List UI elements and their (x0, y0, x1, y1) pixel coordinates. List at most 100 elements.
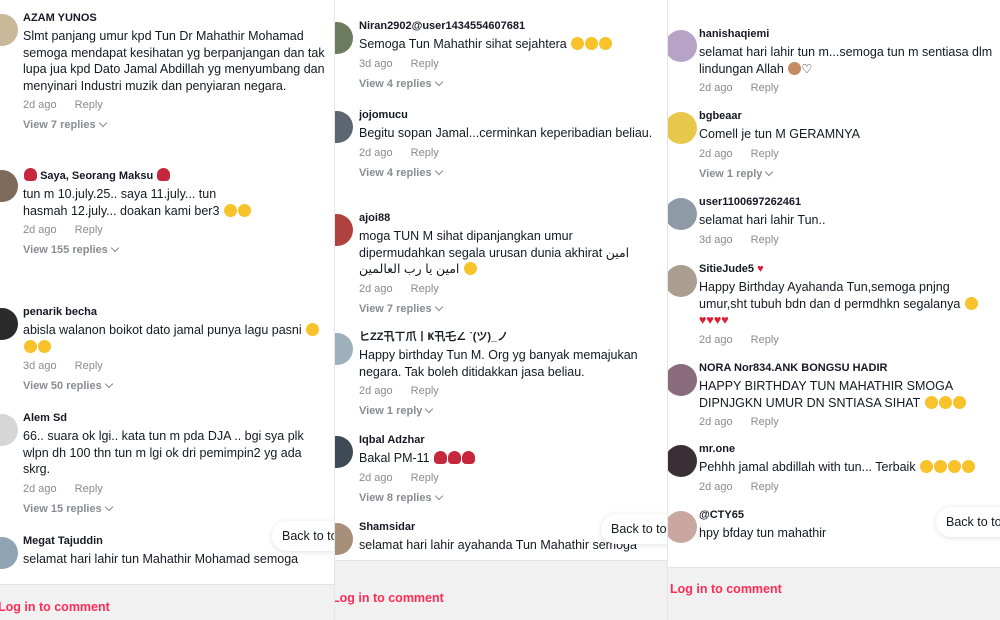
chevron-down-icon (425, 404, 434, 414)
reply-button[interactable]: Reply (411, 147, 439, 159)
back-to-top-button[interactable]: Back to top (272, 521, 334, 551)
emoji-icon (948, 460, 962, 473)
avatar[interactable] (668, 445, 697, 477)
view-replies-button[interactable]: View 7 replies (23, 118, 330, 132)
reply-button[interactable]: Reply (75, 99, 103, 111)
avatar[interactable] (335, 214, 353, 246)
reply-button[interactable]: Reply (411, 385, 439, 397)
emoji-icon (924, 395, 938, 409)
reply-button[interactable]: Reply (411, 58, 439, 70)
comment-text: Comell je tun M GERAMNYA (699, 127, 860, 141)
reply-button[interactable]: Reply (75, 224, 103, 236)
avatar[interactable] (668, 112, 697, 144)
login-to-comment-link[interactable]: Log in to comment (0, 600, 110, 614)
comment-text: Happy birthday Tun M. Org yg banyak mema… (359, 348, 638, 379)
comment-text: selamat hari lahir tun m...semoga tun m … (699, 45, 993, 76)
avatar[interactable] (335, 22, 353, 54)
login-to-comment-link[interactable]: Log in to comment (670, 582, 782, 596)
comment-username[interactable]: Saya, Seorang Maksu (23, 168, 330, 183)
reply-button[interactable]: Reply (411, 283, 439, 295)
back-to-top-button[interactable]: Back to top (601, 514, 667, 544)
comment-username[interactable]: AZAM YUNOS (23, 12, 330, 25)
comment-username[interactable]: NORA Nor834.ANK BONGSU HADIR (699, 362, 996, 375)
avatar[interactable] (335, 436, 353, 468)
view-replies-button[interactable]: View 4 replies (359, 77, 663, 91)
reply-button[interactable]: Reply (751, 481, 779, 493)
avatar[interactable] (668, 198, 697, 230)
reply-button[interactable]: Reply (751, 234, 779, 246)
emoji-icon (24, 168, 37, 181)
view-replies-button[interactable]: View 1 reply (699, 167, 996, 181)
view-replies-button[interactable]: View 15 replies (23, 502, 330, 516)
comment-time: 2d ago (23, 99, 57, 111)
comment-username[interactable]: user1100697262461 (699, 196, 996, 209)
comment-username[interactable]: bgbeaar (699, 110, 996, 123)
avatar[interactable] (335, 333, 353, 365)
chevron-down-icon (104, 502, 113, 511)
comment-username[interactable]: ヒZZ卂ㄒ爪丨Ҝ卂乇∠ ˋ(ツ)_ノ (359, 331, 663, 344)
emoji-icon (462, 451, 476, 464)
chevron-down-icon (434, 166, 443, 175)
comment-username[interactable]: Alem Sd (23, 412, 330, 425)
comment-text: Begitu sopan Jamal...cerminkan keperibad… (359, 126, 653, 140)
comment-username[interactable]: jojomucu (359, 109, 663, 122)
emoji-icon (571, 37, 585, 50)
comment-username[interactable]: ajoi88 (359, 212, 663, 225)
avatar[interactable] (335, 111, 353, 143)
reply-button[interactable]: Reply (751, 148, 779, 160)
comment-time: 2d ago (699, 82, 733, 94)
comment-text: Pehhh jamal abdillah with tun... Terbaik (699, 459, 996, 476)
avatar[interactable] (668, 364, 697, 396)
view-replies-button[interactable]: View 8 replies (359, 491, 663, 505)
emoji-icon (448, 451, 462, 464)
reply-button[interactable]: Reply (751, 416, 779, 428)
avatar[interactable] (0, 170, 18, 202)
emoji-icon (938, 395, 952, 409)
comment-text: abisla walanon boikot dato jamal punya l… (23, 322, 330, 355)
chevron-down-icon (98, 118, 107, 128)
avatar[interactable] (335, 523, 353, 555)
emoji-icon (306, 323, 320, 336)
comment-username[interactable]: penarik becha (23, 306, 330, 319)
reply-button[interactable]: Reply (751, 82, 779, 94)
emoji-icon (38, 339, 51, 353)
chevron-down-icon (765, 167, 774, 176)
comment-username[interactable]: mr.one (699, 443, 996, 456)
comment-username[interactable]: hanishaqiemi (699, 28, 996, 41)
comment-text: Semoga Tun Mahathir sihat sejahtera (359, 36, 663, 53)
heart-icon: ♥♥♥♥ (699, 313, 729, 327)
reply-button[interactable]: Reply (751, 334, 779, 346)
comment-text: selamat hari lahir tun Mahathir Mohamad … (23, 552, 299, 566)
view-replies-button[interactable]: View 4 replies (359, 166, 663, 180)
view-replies-button[interactable]: View 1 reply (359, 404, 663, 418)
reply-button[interactable]: Reply (75, 360, 103, 372)
avatar[interactable] (0, 14, 18, 46)
comment-footer: Log in to comment (668, 567, 1000, 620)
avatar[interactable] (668, 265, 697, 297)
emoji-icon (24, 339, 37, 353)
comment-username[interactable]: SitieJude5 ♥ (699, 263, 996, 276)
reply-button[interactable]: Reply (411, 472, 439, 484)
avatar[interactable] (0, 308, 18, 340)
heart-icon: ♡ (801, 61, 813, 76)
chevron-down-icon (434, 491, 443, 500)
view-replies-button[interactable]: View 155 replies (23, 243, 330, 257)
back-to-top-button[interactable]: Back to top (936, 507, 1000, 537)
comment-username[interactable]: Iqbal Adzhar (359, 434, 663, 447)
avatar[interactable] (668, 30, 697, 62)
emoji-icon (964, 296, 978, 310)
chevron-down-icon (434, 302, 443, 311)
comment-panel-right: hanishaqiemi selamat hari lahir tun m...… (667, 0, 1000, 620)
view-replies-button[interactable]: View 50 replies (23, 379, 330, 393)
reply-button[interactable]: Reply (75, 483, 103, 495)
emoji-icon (788, 61, 802, 75)
avatar[interactable] (0, 537, 18, 569)
login-to-comment-link[interactable]: Log in to comment (335, 591, 444, 605)
comment-time: 3d ago (699, 233, 733, 246)
avatar[interactable] (668, 511, 697, 543)
comment-username[interactable]: Niran2902@user1434554607681 (359, 20, 663, 33)
view-replies-button[interactable]: View 7 replies (359, 302, 663, 316)
chevron-down-icon (434, 77, 443, 86)
emoji-icon (434, 451, 448, 464)
avatar[interactable] (0, 414, 18, 446)
